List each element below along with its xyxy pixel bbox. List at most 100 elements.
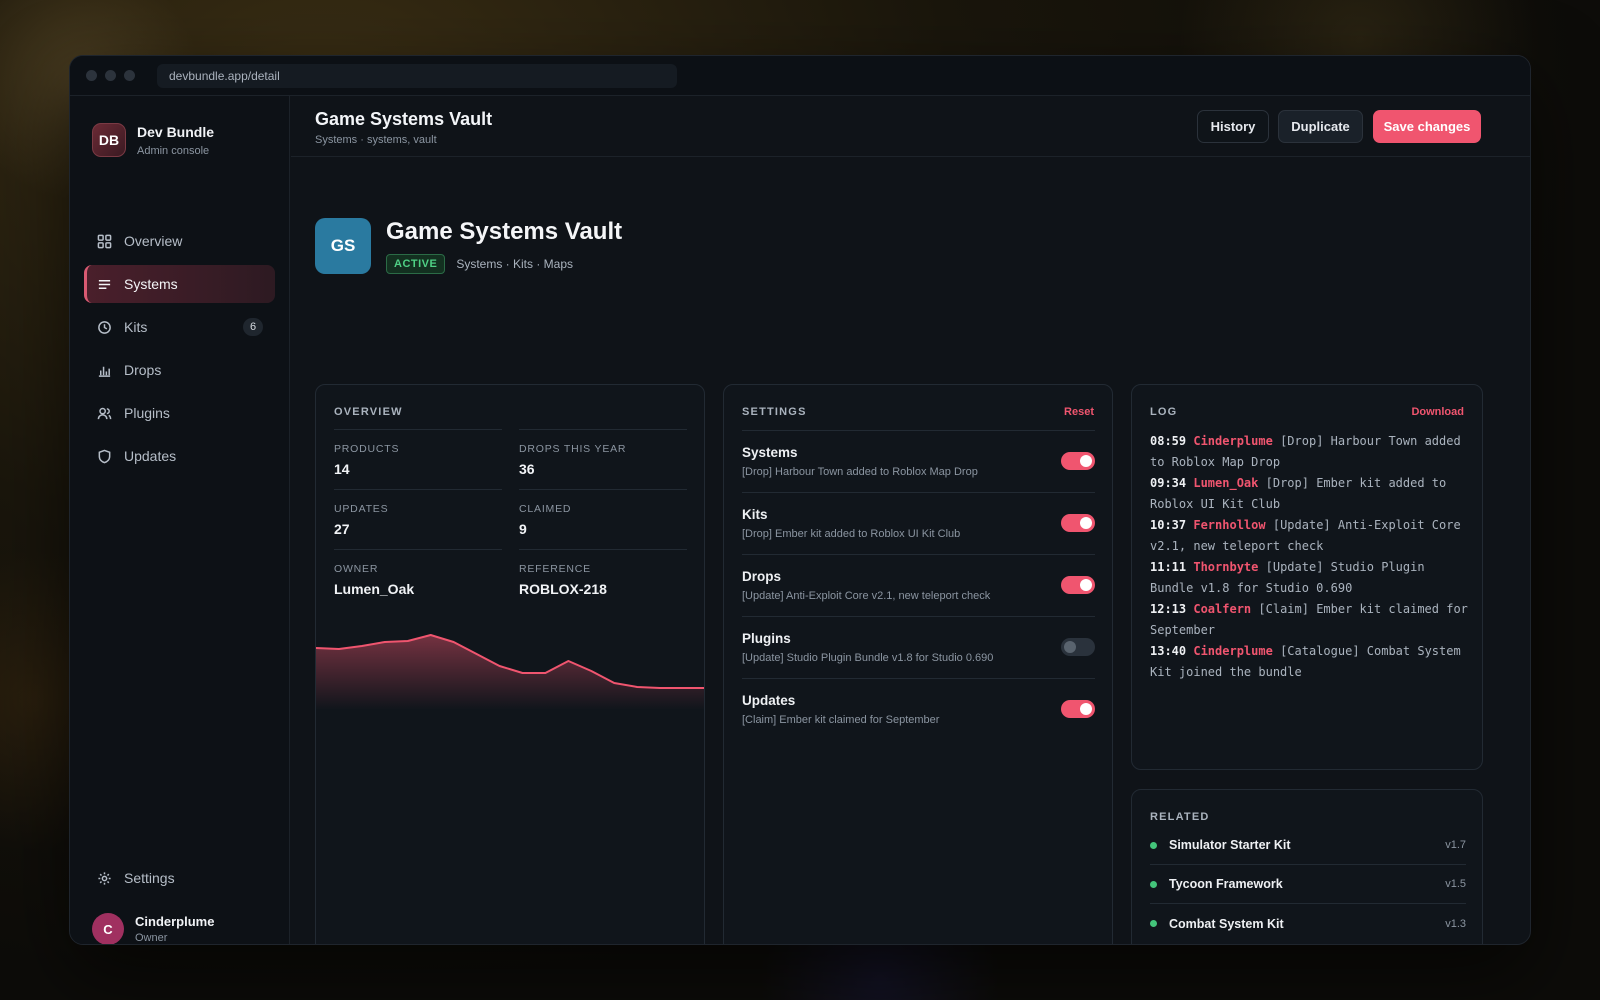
related-item-name: Tycoon Framework xyxy=(1169,877,1283,891)
list-icon xyxy=(96,276,112,292)
stat-updates: UPDATES 27 xyxy=(334,489,502,537)
brand-name: Dev Bundle xyxy=(137,123,215,140)
duplicate-button[interactable]: Duplicate xyxy=(1278,110,1363,143)
stat-value: 9 xyxy=(519,521,527,537)
related-card: RELATED Simulator Starter Kit v1.7 Tycoo… xyxy=(1131,789,1483,944)
avatar: C xyxy=(92,913,124,944)
related-item[interactable]: Combat System Kit v1.3 xyxy=(1150,904,1466,943)
updates-toggle[interactable] xyxy=(1061,700,1095,718)
setting-name: Plugins xyxy=(742,631,791,646)
download-button[interactable]: Download xyxy=(1411,406,1464,418)
save-changes-button[interactable]: Save changes xyxy=(1373,110,1481,143)
log-user: Cinderplume xyxy=(1193,434,1273,448)
log-entry: 10:37 Fernhollow [Update] Anti-Exploit C… xyxy=(1150,515,1470,557)
window-close-dot[interactable] xyxy=(86,70,97,81)
entity-tags: Systems · Kits · Maps xyxy=(456,257,574,271)
log-time: 13:40 xyxy=(1150,644,1187,658)
history-button[interactable]: History xyxy=(1197,110,1269,143)
bar-chart-icon xyxy=(96,362,112,378)
log-user: Fernhollow xyxy=(1193,518,1266,532)
page-title: Game Systems Vault xyxy=(315,109,493,129)
clock-icon xyxy=(96,319,112,335)
url-bar[interactable]: devbundle.app/detail xyxy=(157,63,677,88)
setting-name: Kits xyxy=(742,507,768,522)
sidebar-item-drops[interactable]: Drops xyxy=(84,351,275,389)
setting-name: Updates xyxy=(742,693,796,708)
user-name: Cinderplume xyxy=(135,914,215,929)
log-entry: 08:59 Cinderplume [Drop] Harbour Town ad… xyxy=(1150,431,1470,473)
stat-drops-this-year: DROPS THIS YEAR 36 xyxy=(519,429,687,477)
stat-value: ROBLOX-218 xyxy=(519,581,607,597)
brand-logo: DB xyxy=(92,123,126,157)
sidebar-item-plugins[interactable]: Plugins xyxy=(84,394,275,432)
stat-label: UPDATES xyxy=(334,503,389,515)
reset-button[interactable]: Reset xyxy=(1064,406,1094,418)
related-item-version: v1.7 xyxy=(1445,839,1466,851)
log-time: 09:34 xyxy=(1150,476,1187,490)
setting-description: [Drop] Ember kit added to Roblox UI Kit … xyxy=(742,528,961,540)
setting-row-drops: Drops [Update] Anti-Exploit Core v2.1, n… xyxy=(742,554,1095,616)
sidebar-item-overview[interactable]: Overview xyxy=(84,222,275,260)
sidebar-item-label: Plugins xyxy=(124,405,170,421)
log-entry: 13:40 Cinderplume [Catalogue] Combat Sys… xyxy=(1150,641,1470,683)
setting-name: Drops xyxy=(742,569,782,584)
stat-label: OWNER xyxy=(334,563,379,575)
window-minimize-dot[interactable] xyxy=(105,70,116,81)
sidebar-item-kits[interactable]: Kits 6 xyxy=(84,308,275,346)
sidebar-item-label: Systems xyxy=(124,276,178,292)
kits-toggle[interactable] xyxy=(1061,514,1095,532)
related-item-version: v1.5 xyxy=(1445,878,1466,890)
log-time: 10:37 xyxy=(1150,518,1187,532)
stat-value: Lumen_Oak xyxy=(334,581,415,597)
sidebar-item-label: Drops xyxy=(124,362,162,378)
stat-products: PRODUCTS 14 xyxy=(334,429,502,477)
sidebar-item-label: Settings xyxy=(124,870,175,886)
stat-label: PRODUCTS xyxy=(334,443,400,455)
users-icon xyxy=(96,405,112,421)
sidebar-item-label: Kits xyxy=(124,319,148,335)
user-profile[interactable]: C Cinderplume Owner xyxy=(92,913,215,944)
gear-icon xyxy=(96,870,112,886)
setting-description: [Update] Anti-Exploit Core v2.1, new tel… xyxy=(742,590,991,602)
overview-title: OVERVIEW xyxy=(334,406,403,418)
related-item-name: Simulator Starter Kit xyxy=(1169,838,1291,852)
app-window: devbundle.app/detail DB Dev Bundle Admin… xyxy=(69,55,1531,945)
stat-owner: OWNER Lumen_Oak xyxy=(334,549,502,597)
setting-row-kits: Kits [Drop] Ember kit added to Roblox UI… xyxy=(742,492,1095,554)
log-user: Thornbyte xyxy=(1193,560,1259,574)
stat-value: 36 xyxy=(519,461,535,477)
log-card: LOG Download 08:59 Cinderplume [Drop] Ha… xyxy=(1131,384,1483,770)
breadcrumb: Systems · systems, vault xyxy=(315,134,437,146)
status-badge: ACTIVE xyxy=(386,254,446,274)
sidebar-item-label: Overview xyxy=(124,233,183,249)
sidebar-item-label: Updates xyxy=(124,448,177,464)
log-entry: 12:13 Coalfern [Claim] Ember kit claimed… xyxy=(1150,599,1470,641)
brand-subtitle: Admin console xyxy=(137,144,210,157)
systems-toggle[interactable] xyxy=(1061,452,1095,470)
kits-count-badge: 6 xyxy=(243,318,263,336)
stat-value: 14 xyxy=(334,461,350,477)
settings-title: SETTINGS xyxy=(742,406,807,418)
activity-area-chart xyxy=(316,634,704,710)
setting-description: [Update] Studio Plugin Bundle v1.8 for S… xyxy=(742,652,994,664)
sidebar: DB Dev Bundle Admin console Overview Sys… xyxy=(70,96,290,944)
title-bar: devbundle.app/detail xyxy=(70,56,1530,96)
plugins-toggle[interactable] xyxy=(1061,638,1095,656)
settings-card: SETTINGS Reset Systems [Drop] Harbour To… xyxy=(723,384,1113,944)
setting-row-systems: Systems [Drop] Harbour Town added to Rob… xyxy=(742,430,1095,492)
setting-row-updates: Updates [Claim] Ember kit claimed for Se… xyxy=(742,678,1095,740)
sidebar-item-systems[interactable]: Systems xyxy=(84,265,275,303)
entity-header: GS Game Systems Vault ACTIVE Systems · K… xyxy=(315,218,622,274)
setting-description: [Drop] Harbour Town added to Roblox Map … xyxy=(742,466,978,478)
related-item-version: v1.3 xyxy=(1445,917,1466,930)
window-maximize-dot[interactable] xyxy=(124,70,135,81)
related-item[interactable]: Simulator Starter Kit v1.7 xyxy=(1150,826,1466,865)
sidebar-item-updates[interactable]: Updates xyxy=(84,437,275,475)
drops-toggle[interactable] xyxy=(1061,576,1095,594)
sidebar-item-settings[interactable]: Settings xyxy=(84,859,275,897)
stat-reference: REFERENCE ROBLOX-218 xyxy=(519,549,687,597)
setting-name: Systems xyxy=(742,445,798,460)
log-list: 08:59 Cinderplume [Drop] Harbour Town ad… xyxy=(1150,431,1470,683)
related-item[interactable]: Tycoon Framework v1.5 xyxy=(1150,865,1466,904)
top-bar: Game Systems Vault Systems · systems, va… xyxy=(291,96,1530,157)
